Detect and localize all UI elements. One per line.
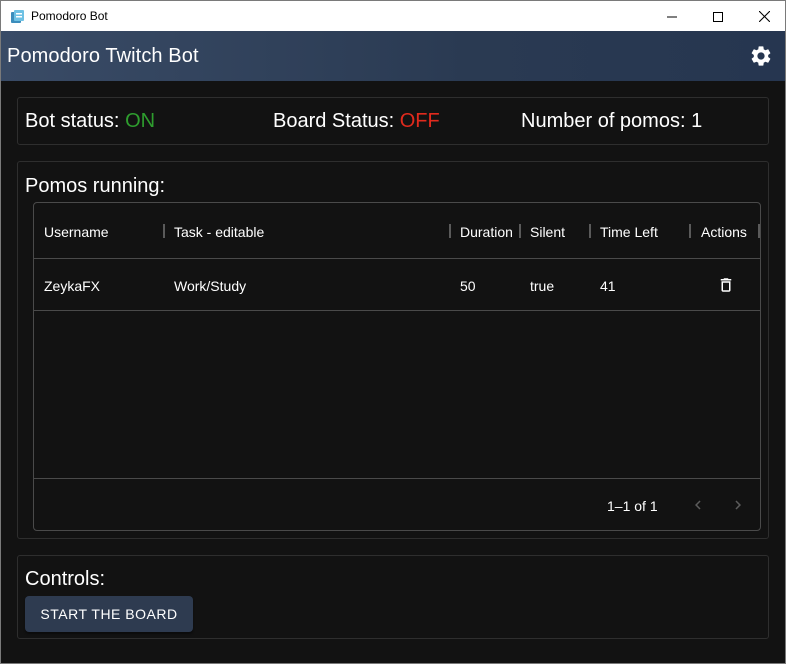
pomo-count-value: 1 <box>691 110 703 132</box>
delete-pomo-button[interactable] <box>716 275 736 295</box>
board-status-label: Board Status: <box>273 110 400 132</box>
status-panel: Bot status: ON Board Status: OFF Number … <box>17 97 769 145</box>
maximize-icon <box>713 11 723 22</box>
cell-duration: 50 <box>460 278 476 294</box>
pomos-panel: Pomos running: Username Task - editable … <box>17 161 769 539</box>
controls-title: Controls: <box>25 568 106 590</box>
column-separator[interactable] <box>519 224 521 238</box>
window-titlebar: Pomodoro Bot <box>0 0 786 31</box>
pomo-count-label: Number of pomos: <box>521 110 692 132</box>
window-title: Pomodoro Bot <box>31 9 108 23</box>
pagination-label: 1–1 of 1 <box>607 498 658 514</box>
chevron-left-icon <box>695 500 701 510</box>
column-header-silent[interactable]: Silent <box>530 224 565 240</box>
controls-panel: Controls: START THE BOARD <box>17 555 769 639</box>
cell-task[interactable]: Work/Study <box>174 278 246 294</box>
column-separator[interactable] <box>758 224 760 238</box>
cell-time-left: 41 <box>600 278 616 294</box>
board-status: Board Status: OFF <box>273 110 440 133</box>
previous-page-button[interactable] <box>688 495 708 515</box>
cell-silent: true <box>530 278 555 294</box>
chevron-right-icon <box>735 500 741 510</box>
table-footer: 1–1 of 1 <box>34 478 760 530</box>
column-header-time-left[interactable]: Time Left <box>600 224 658 240</box>
column-header-task[interactable]: Task - editable <box>174 224 264 240</box>
bot-status-label: Bot status: <box>25 110 126 132</box>
app-icon <box>11 10 24 23</box>
pomos-title: Pomos running: <box>25 175 166 197</box>
column-separator[interactable] <box>689 224 691 238</box>
app-bar: Pomodoro Twitch Bot <box>0 31 786 81</box>
bot-status: Bot status: ON <box>25 110 155 133</box>
minimize-icon <box>667 16 677 17</box>
cell-username: ZeykaFX <box>44 278 101 294</box>
pomo-count: Number of pomos: 1 <box>521 110 702 133</box>
close-icon <box>758 11 770 22</box>
maximize-button[interactable] <box>695 1 741 32</box>
column-header-username[interactable]: Username <box>44 224 109 240</box>
column-separator[interactable] <box>589 224 591 238</box>
table-row[interactable]: ZeykaFX Work/Study 50 true 41 <box>34 259 760 311</box>
column-header-actions: Actions <box>701 224 747 240</box>
gear-icon[interactable] <box>749 44 773 68</box>
pomos-table: Username Task - editable Duration Silent… <box>33 202 761 531</box>
trash-icon <box>720 278 732 292</box>
app-title: Pomodoro Twitch Bot <box>7 45 199 67</box>
next-page-button[interactable] <box>728 495 748 515</box>
column-separator[interactable] <box>449 224 451 238</box>
close-button[interactable] <box>741 1 786 32</box>
bot-status-value: ON <box>125 110 156 132</box>
column-header-duration[interactable]: Duration <box>460 224 513 240</box>
start-board-button[interactable]: START THE BOARD <box>25 596 193 632</box>
minimize-button[interactable] <box>649 1 695 32</box>
board-status-value: OFF <box>399 110 440 132</box>
table-header: Username Task - editable Duration Silent… <box>34 203 760 259</box>
column-separator[interactable] <box>163 224 165 238</box>
